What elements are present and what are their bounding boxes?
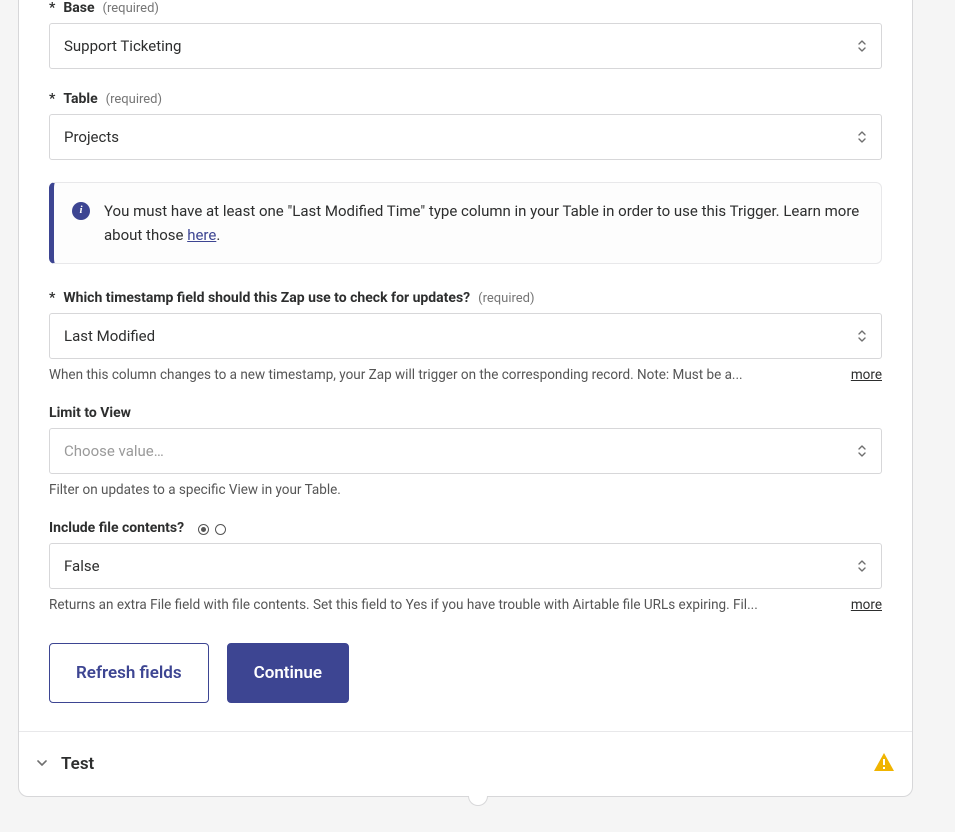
info-text: You must have at least one "Last Modifie… (104, 199, 863, 247)
required-text: (required) (103, 1, 159, 16)
limit-view-select[interactable]: Choose value… (49, 428, 882, 474)
required-asterisk: * (49, 290, 55, 306)
chevron-down-icon (35, 755, 49, 774)
refresh-button[interactable]: Refresh fields (49, 643, 209, 703)
limit-view-label: Limit to View (49, 405, 131, 421)
connector (0, 796, 955, 806)
limit-view-help: Filter on updates to a specific View in … (49, 482, 882, 498)
timestamp-label-row: * Which timestamp field should this Zap … (49, 290, 882, 306)
required-asterisk: * (49, 0, 55, 16)
base-field-group: * Base (required) Support Ticketing (49, 0, 882, 69)
radio-option-1[interactable] (198, 524, 209, 535)
required-text: (required) (106, 92, 162, 107)
chevron-up-down-icon (857, 329, 867, 343)
timestamp-select[interactable]: Last Modified (49, 313, 882, 359)
info-link[interactable]: here (187, 226, 216, 244)
limit-view-placeholder: Choose value… (64, 442, 164, 460)
base-select-value: Support Ticketing (64, 37, 181, 55)
setup-panel: * Base (required) Support Ticketing * Ta… (18, 0, 913, 797)
test-section[interactable]: Test (19, 731, 912, 796)
timestamp-field-group: * Which timestamp field should this Zap … (49, 290, 882, 383)
timestamp-select-value: Last Modified (64, 327, 155, 345)
include-files-value: False (64, 557, 100, 575)
chevron-up-down-icon (857, 130, 867, 144)
form-area: * Base (required) Support Ticketing * Ta… (19, 0, 912, 731)
table-label-row: * Table (required) (49, 91, 882, 107)
timestamp-label: Which timestamp field should this Zap us… (63, 290, 470, 306)
include-files-help-row: Returns an extra File field with file co… (49, 597, 882, 613)
include-files-help: Returns an extra File field with file co… (49, 597, 833, 613)
info-text-part2: . (216, 226, 220, 244)
connector-node (468, 796, 488, 806)
chevron-up-down-icon (857, 559, 867, 573)
base-select[interactable]: Support Ticketing (49, 23, 882, 69)
base-label-row: * Base (required) (49, 0, 882, 16)
radio-option-2[interactable] (215, 524, 226, 535)
radio-pair (198, 524, 226, 535)
include-files-select[interactable]: False (49, 543, 882, 589)
include-files-label: Include file contents? (49, 520, 184, 536)
limit-view-help-row: Filter on updates to a specific View in … (49, 482, 882, 498)
required-asterisk: * (49, 91, 55, 107)
timestamp-help: When this column changes to a new timest… (49, 367, 833, 383)
warning-icon (872, 750, 896, 778)
limit-view-label-row: Limit to View (49, 405, 882, 421)
button-row: Refresh fields Continue (49, 643, 882, 703)
chevron-up-down-icon (857, 39, 867, 53)
required-text: (required) (478, 291, 534, 306)
table-select[interactable]: Projects (49, 114, 882, 160)
table-label: Table (63, 91, 97, 107)
limit-view-field-group: Limit to View Choose value… Filter on up… (49, 405, 882, 498)
info-icon: i (72, 202, 90, 220)
base-label: Base (63, 0, 94, 16)
test-label: Test (61, 754, 94, 774)
include-files-field-group: Include file contents? False Returns an … (49, 520, 882, 613)
include-files-label-row: Include file contents? (49, 520, 882, 536)
table-select-value: Projects (64, 128, 119, 146)
table-field-group: * Table (required) Projects (49, 91, 882, 160)
continue-button[interactable]: Continue (227, 643, 350, 703)
test-left: Test (35, 754, 94, 774)
more-link[interactable]: more (851, 597, 882, 613)
chevron-up-down-icon (857, 444, 867, 458)
more-link[interactable]: more (851, 367, 882, 383)
info-banner: i You must have at least one "Last Modif… (49, 182, 882, 264)
timestamp-help-row: When this column changes to a new timest… (49, 367, 882, 383)
